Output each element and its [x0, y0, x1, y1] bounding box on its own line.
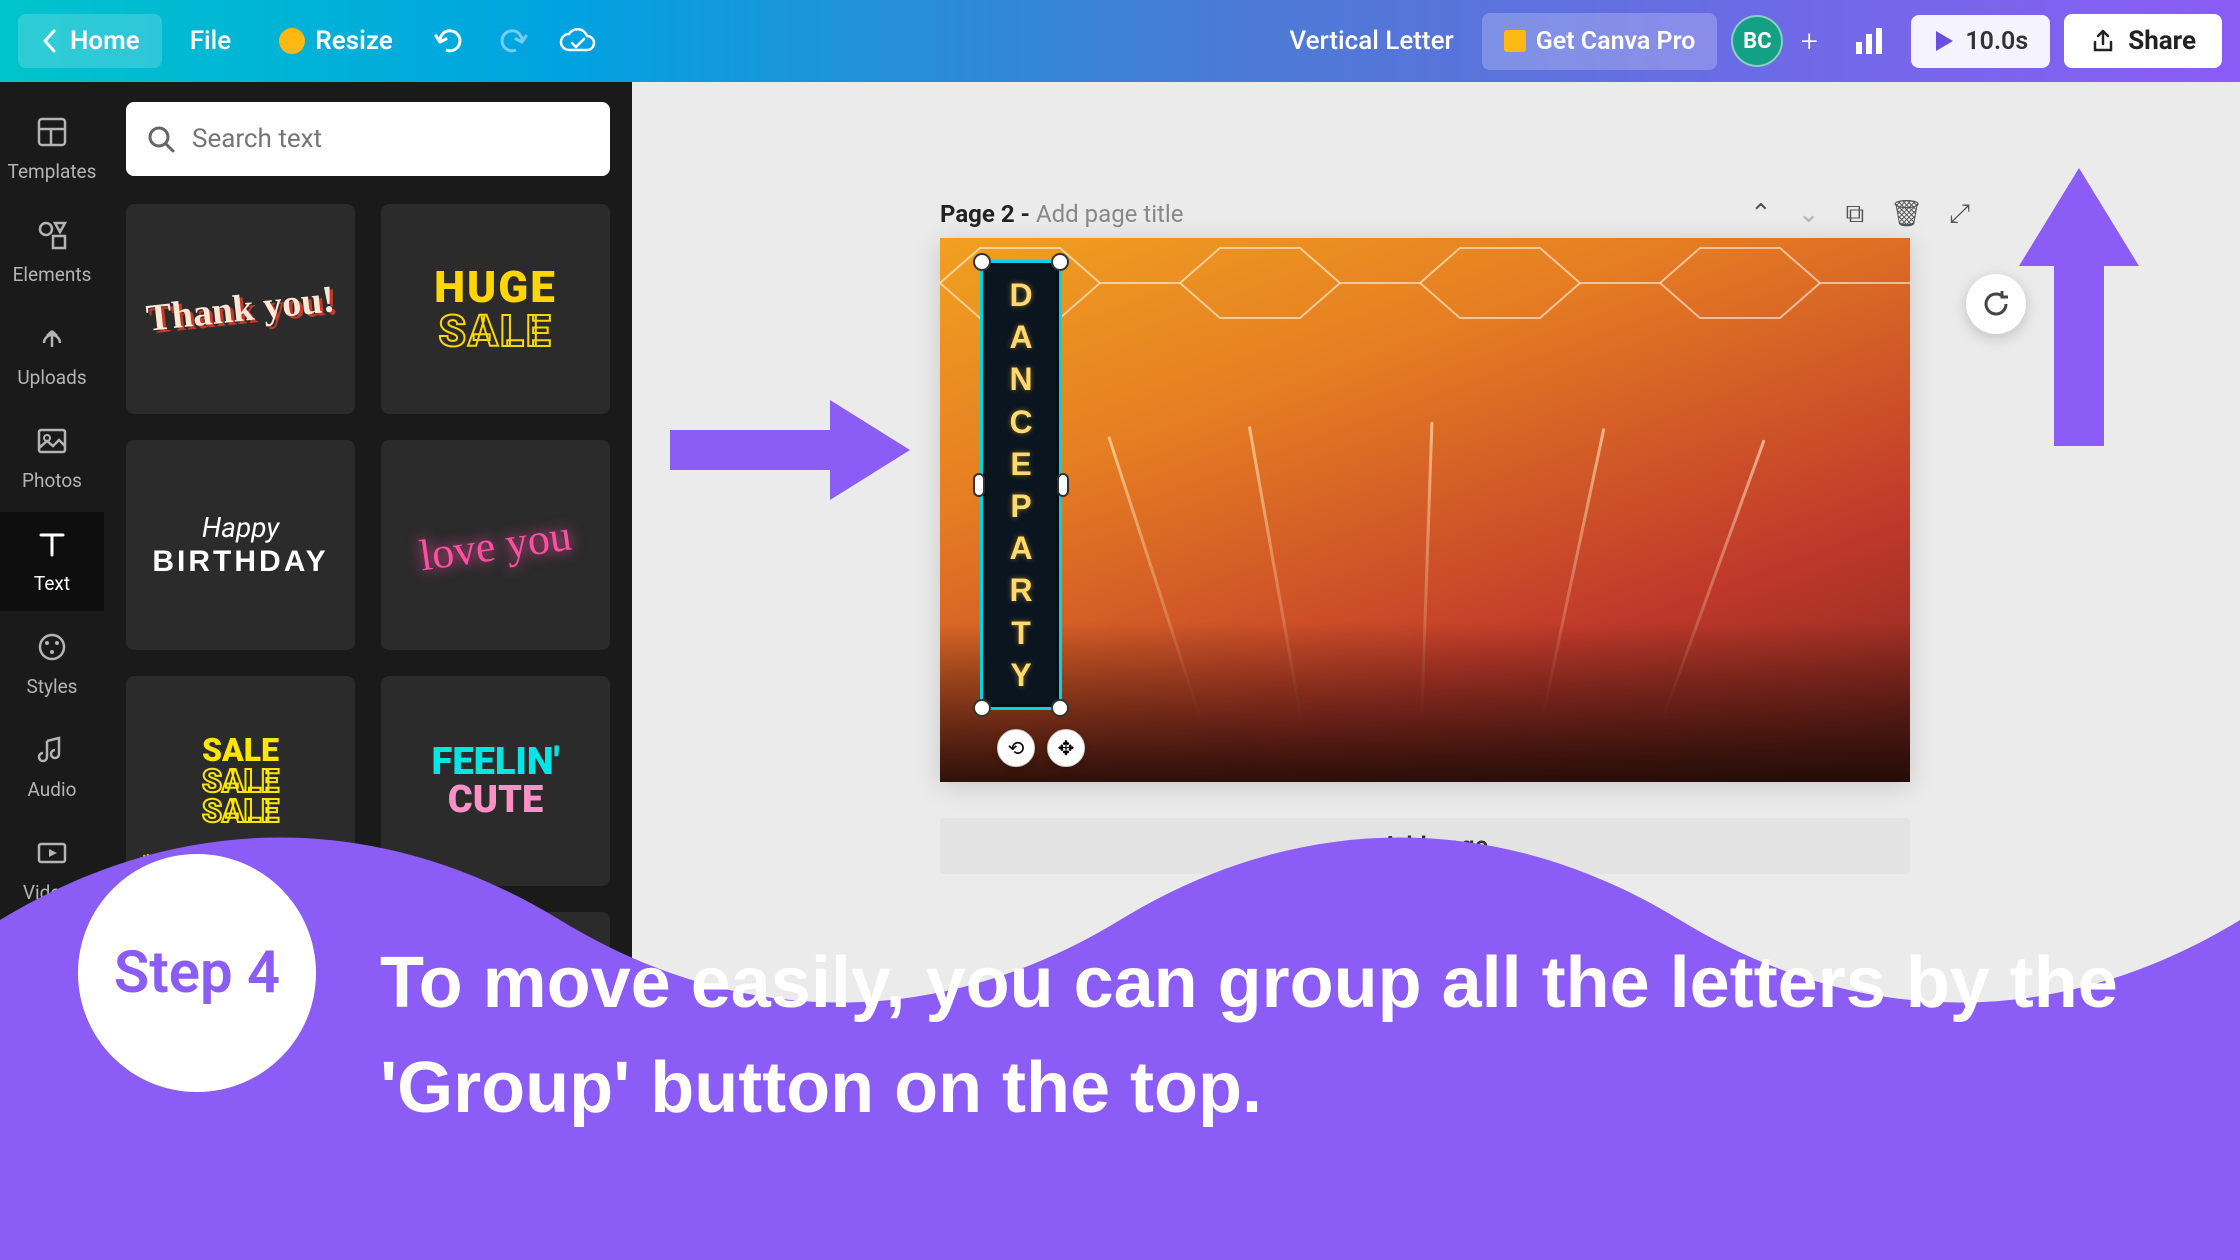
- home-button[interactable]: Home: [18, 14, 162, 68]
- top-menu-bar: Home File Resize Vertical Letter Get Can…: [0, 0, 2240, 82]
- cloud-check-icon: [557, 26, 597, 56]
- dance-letter: C: [1009, 401, 1032, 443]
- hex-pattern: [940, 238, 1910, 328]
- text-template[interactable]: HUGESALE: [381, 204, 610, 414]
- redo-icon: [496, 24, 530, 58]
- chevron-left-icon: [40, 28, 60, 54]
- avatar[interactable]: BC: [1731, 15, 1783, 67]
- audio-icon: [35, 733, 69, 767]
- topbar-right: Vertical Letter Get Canva Pro BC + 10.0s…: [1289, 13, 2222, 70]
- rail-uploads[interactable]: Uploads: [0, 306, 104, 405]
- rail-text[interactable]: Text: [0, 512, 104, 611]
- page-header: Page 2 - Add page title ⌃ ⌄ ⧉ 🗑 ⤢: [940, 190, 1970, 238]
- dance-letter: P: [1010, 485, 1031, 527]
- add-collaborator-button[interactable]: +: [1791, 23, 1827, 59]
- text-template[interactable]: Thank you!: [126, 204, 355, 414]
- resize-handle[interactable]: [1057, 473, 1069, 497]
- resize-icon: [279, 28, 305, 54]
- file-menu[interactable]: File: [170, 14, 252, 68]
- rail-styles[interactable]: Styles: [0, 615, 104, 714]
- get-pro-label: Get Canva Pro: [1536, 27, 1696, 56]
- resize-label: Resize: [315, 26, 393, 56]
- page-label[interactable]: Page 2 - Add page title: [940, 200, 1183, 228]
- duplicate-page-button[interactable]: ⧉: [1846, 199, 1865, 230]
- styles-icon: [35, 630, 69, 664]
- duration-label: 10.0s: [1965, 27, 2028, 56]
- share-button[interactable]: Share: [2064, 14, 2222, 68]
- rail-label: Text: [34, 572, 70, 595]
- elements-icon: [35, 218, 69, 252]
- text-template[interactable]: HappyBIRTHDAY: [126, 440, 355, 650]
- text-template[interactable]: love you: [381, 440, 610, 650]
- search-input[interactable]: [192, 124, 590, 154]
- play-icon: [1933, 29, 1955, 53]
- resize-handle[interactable]: [973, 473, 985, 497]
- dance-letter: T: [1011, 612, 1031, 654]
- step-badge: Step 4: [78, 854, 316, 1092]
- rail-label: Elements: [13, 263, 92, 286]
- delete-page-button[interactable]: 🗑: [1890, 199, 1923, 230]
- tutorial-arrow-up: [2004, 156, 2154, 460]
- dance-letter: E: [1010, 443, 1031, 485]
- templates-icon: [35, 115, 69, 149]
- tile-preview: love you: [416, 509, 574, 581]
- rail-label: Styles: [27, 675, 78, 698]
- dance-letter: N: [1009, 358, 1032, 400]
- resize-handle[interactable]: [973, 253, 991, 271]
- rail-elements[interactable]: Elements: [0, 203, 104, 302]
- home-label: Home: [70, 26, 140, 56]
- cloud-sync-button[interactable]: [549, 13, 605, 69]
- dance-letter: A: [1009, 316, 1032, 358]
- insights-button[interactable]: [1841, 13, 1897, 69]
- resize-handle[interactable]: [1051, 253, 1069, 271]
- add-page-inline-button[interactable]: ⤢: [1949, 199, 1970, 230]
- undo-button[interactable]: [421, 13, 477, 69]
- redo-button[interactable]: [485, 13, 541, 69]
- dance-letter: R: [1009, 569, 1032, 611]
- tile-preview: HUGESALE: [434, 265, 557, 353]
- dance-letter: Y: [1010, 654, 1031, 696]
- selected-text-group[interactable]: ⟲ ✥ DANCEPARTY: [980, 260, 1062, 710]
- present-button[interactable]: 10.0s: [1911, 15, 2050, 68]
- topbar-left: Home File Resize: [18, 13, 605, 69]
- text-icon: [35, 527, 69, 561]
- resize-button[interactable]: Resize: [259, 14, 413, 68]
- rotate-handle[interactable]: ⟲: [997, 729, 1035, 767]
- undo-icon: [432, 24, 466, 58]
- rail-label: Photos: [22, 469, 82, 492]
- collapse-page-button[interactable]: ⌃: [1750, 199, 1772, 230]
- tutorial-footer: Step 4 To move easily, you can group all…: [0, 800, 2240, 1260]
- dance-letter: D: [1009, 274, 1032, 316]
- resize-handle[interactable]: [973, 699, 991, 717]
- rail-photos[interactable]: Photos: [0, 409, 104, 508]
- tutorial-text: To move easily, you can group all the le…: [380, 931, 2160, 1140]
- dance-letter: A: [1009, 527, 1032, 569]
- get-pro-button[interactable]: Get Canva Pro: [1482, 13, 1718, 70]
- document-title[interactable]: Vertical Letter: [1289, 26, 1453, 56]
- crowd-silhouette: [940, 622, 1910, 782]
- canvas-page[interactable]: ⟲ ✥ DANCEPARTY: [940, 238, 1910, 782]
- search-input-wrapper: [126, 102, 610, 176]
- bar-chart-icon: [1852, 24, 1886, 58]
- resize-handle[interactable]: [1051, 699, 1069, 717]
- share-icon: [2090, 28, 2116, 54]
- crown-icon: [1504, 30, 1526, 52]
- rail-templates[interactable]: Templates: [0, 100, 104, 199]
- tile-preview: HappyBIRTHDAY: [152, 511, 328, 579]
- page-actions: ⌃ ⌄ ⧉ 🗑 ⤢: [1750, 199, 1970, 230]
- rail-label: Templates: [8, 160, 97, 183]
- share-label: Share: [2128, 26, 2196, 56]
- search-icon: [146, 124, 176, 154]
- rail-label: Audio: [28, 778, 77, 801]
- selection-tools: ⟲ ✥: [997, 729, 1085, 767]
- rail-label: Uploads: [17, 366, 86, 389]
- uploads-icon: [35, 321, 69, 355]
- expand-page-button[interactable]: ⌄: [1798, 199, 1820, 230]
- photos-icon: [35, 424, 69, 458]
- move-handle[interactable]: ✥: [1047, 729, 1085, 767]
- tile-preview: Thank you!: [144, 277, 337, 341]
- tutorial-arrow-right: [660, 380, 920, 524]
